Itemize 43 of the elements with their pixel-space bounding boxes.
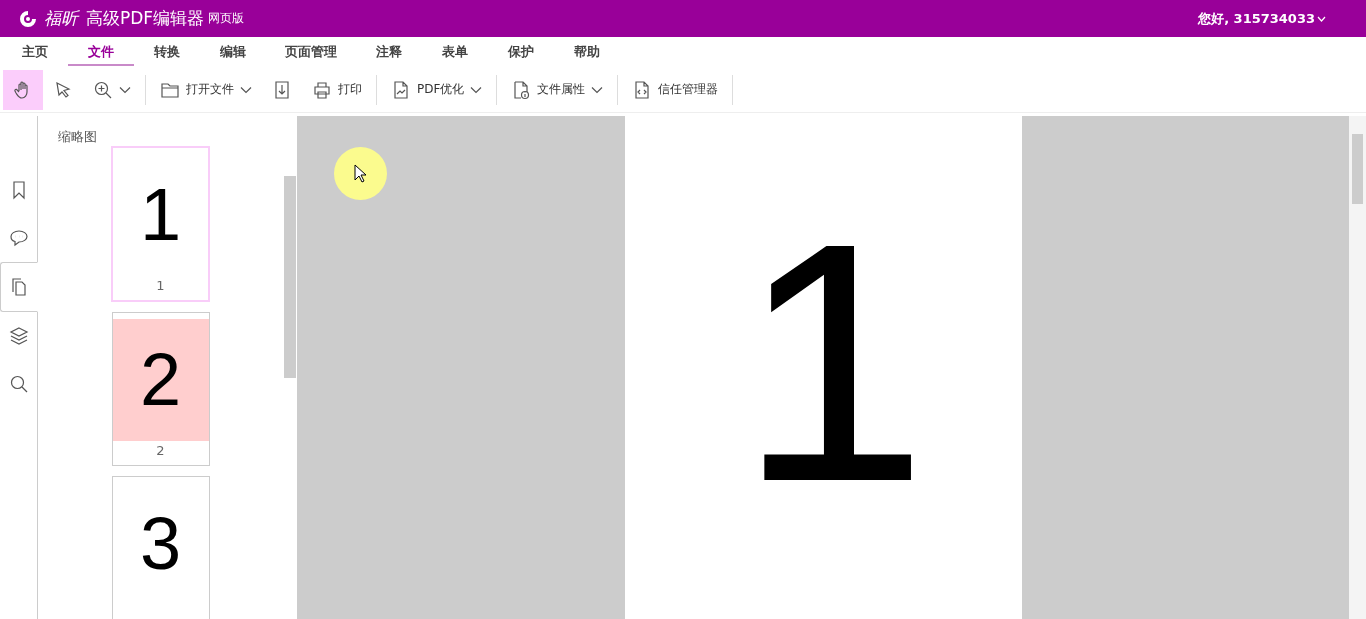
menu-tab[interactable]: 文件: [68, 38, 134, 66]
menu-tab[interactable]: 页面管理: [266, 38, 356, 66]
sidebar-tab[interactable]: [0, 262, 38, 312]
product-name: 高级PDF编辑器: [86, 7, 205, 30]
scrollbar[interactable]: [1349, 116, 1366, 619]
comment-icon: [9, 228, 29, 248]
menu-tab[interactable]: 编辑: [200, 38, 266, 66]
page-thumbnail[interactable]: 2 2: [111, 312, 210, 466]
document-info-icon: [511, 79, 532, 100]
brand-name: 福昕: [44, 7, 78, 30]
menu-tab[interactable]: 注释: [356, 38, 422, 66]
toolbar-button[interactable]: 信任管理器: [622, 69, 729, 110]
menu-tab[interactable]: 转换: [134, 38, 200, 66]
page-thumbnail[interactable]: 1 1: [111, 146, 210, 302]
cursor-arrow-icon: [53, 79, 73, 100]
page-thumbnail[interactable]: 3: [111, 476, 210, 619]
menu-tab[interactable]: 表单: [422, 38, 488, 66]
page-number-content: 2: [139, 343, 182, 417]
search-icon: [9, 374, 29, 394]
toolbar-button[interactable]: 文件属性: [501, 69, 614, 110]
menu-tab[interactable]: 主页: [2, 38, 68, 66]
page-number-content: 1: [139, 178, 182, 252]
page-content: 1: [738, 192, 928, 532]
printer-icon: [312, 79, 332, 100]
page-label: 2: [156, 443, 165, 458]
toolbar-button[interactable]: 打印: [302, 69, 372, 110]
pages-icon: [9, 277, 29, 297]
layers-icon: [9, 326, 29, 346]
mouse-pointer-icon: [353, 163, 368, 184]
edition-label: 网页版: [208, 10, 245, 27]
user-greeting[interactable]: 您好, 315734033: [1198, 9, 1315, 28]
download-icon: [272, 79, 292, 100]
menu-tab[interactable]: 保护: [488, 38, 554, 66]
caret-icon[interactable]: [1317, 15, 1326, 22]
toolbar-button[interactable]: PDF优化: [381, 69, 493, 110]
toolbar-button[interactable]: [3, 69, 43, 110]
document-chart-icon: [391, 79, 411, 100]
menu-tab[interactable]: 帮助: [554, 38, 620, 66]
toolbar-button[interactable]: 打开文件: [150, 69, 262, 110]
page-label: 1: [156, 278, 165, 293]
page-number-content: 3: [139, 507, 182, 581]
panel-title: 缩略图: [57, 128, 98, 146]
zoom-in-icon: [93, 79, 113, 100]
